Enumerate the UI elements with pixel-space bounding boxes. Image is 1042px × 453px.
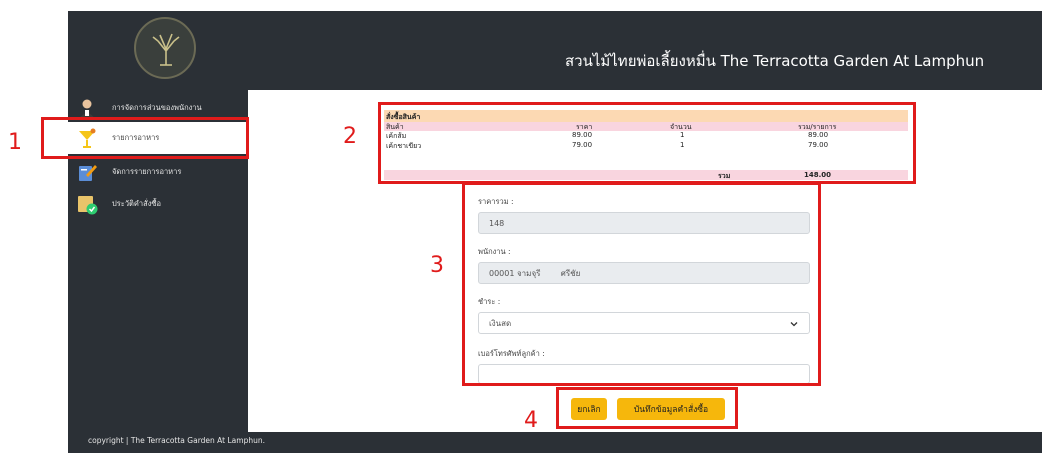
site-title: สวนไม้ไทยพ่อเลี้ยงหมื่น The Terracotta G… (565, 52, 985, 70)
garden-logo (134, 17, 196, 79)
app-root: สวนไม้ไทยพ่อเลี้ยงหมื่น The Terracotta G… (0, 0, 1042, 453)
annotation-number-2: 2 (343, 124, 357, 149)
annotation-number-1: 1 (8, 130, 22, 155)
annotation-box-1 (41, 117, 249, 159)
staff-icon (79, 99, 95, 119)
footer: copyright | The Terracotta Garden At Lam… (68, 432, 1042, 453)
edit-menu-icon (79, 165, 97, 181)
sidebar-item-order-history[interactable]: ประวัติคำสั่งซื้อ (68, 188, 248, 220)
sidebar-item-label: การจัดการส่วนของพนักงาน (112, 103, 202, 112)
annotation-box-2 (378, 102, 916, 184)
tree-icon (152, 33, 180, 66)
annotation-number-3: 3 (430, 253, 444, 278)
sidebar-item-label: ประวัติคำสั่งซื้อ (112, 199, 161, 208)
sidebar-item-label: จัดการรายการอาหาร (112, 167, 182, 176)
sidebar-item-manage-menu[interactable]: จัดการรายการอาหาร (68, 156, 248, 188)
order-history-icon (78, 196, 98, 215)
annotation-number-4: 4 (524, 408, 538, 433)
copyright-text: copyright | The Terracotta Garden At Lam… (88, 436, 265, 445)
annotation-box-4 (556, 387, 738, 429)
annotation-box-3 (462, 182, 821, 386)
